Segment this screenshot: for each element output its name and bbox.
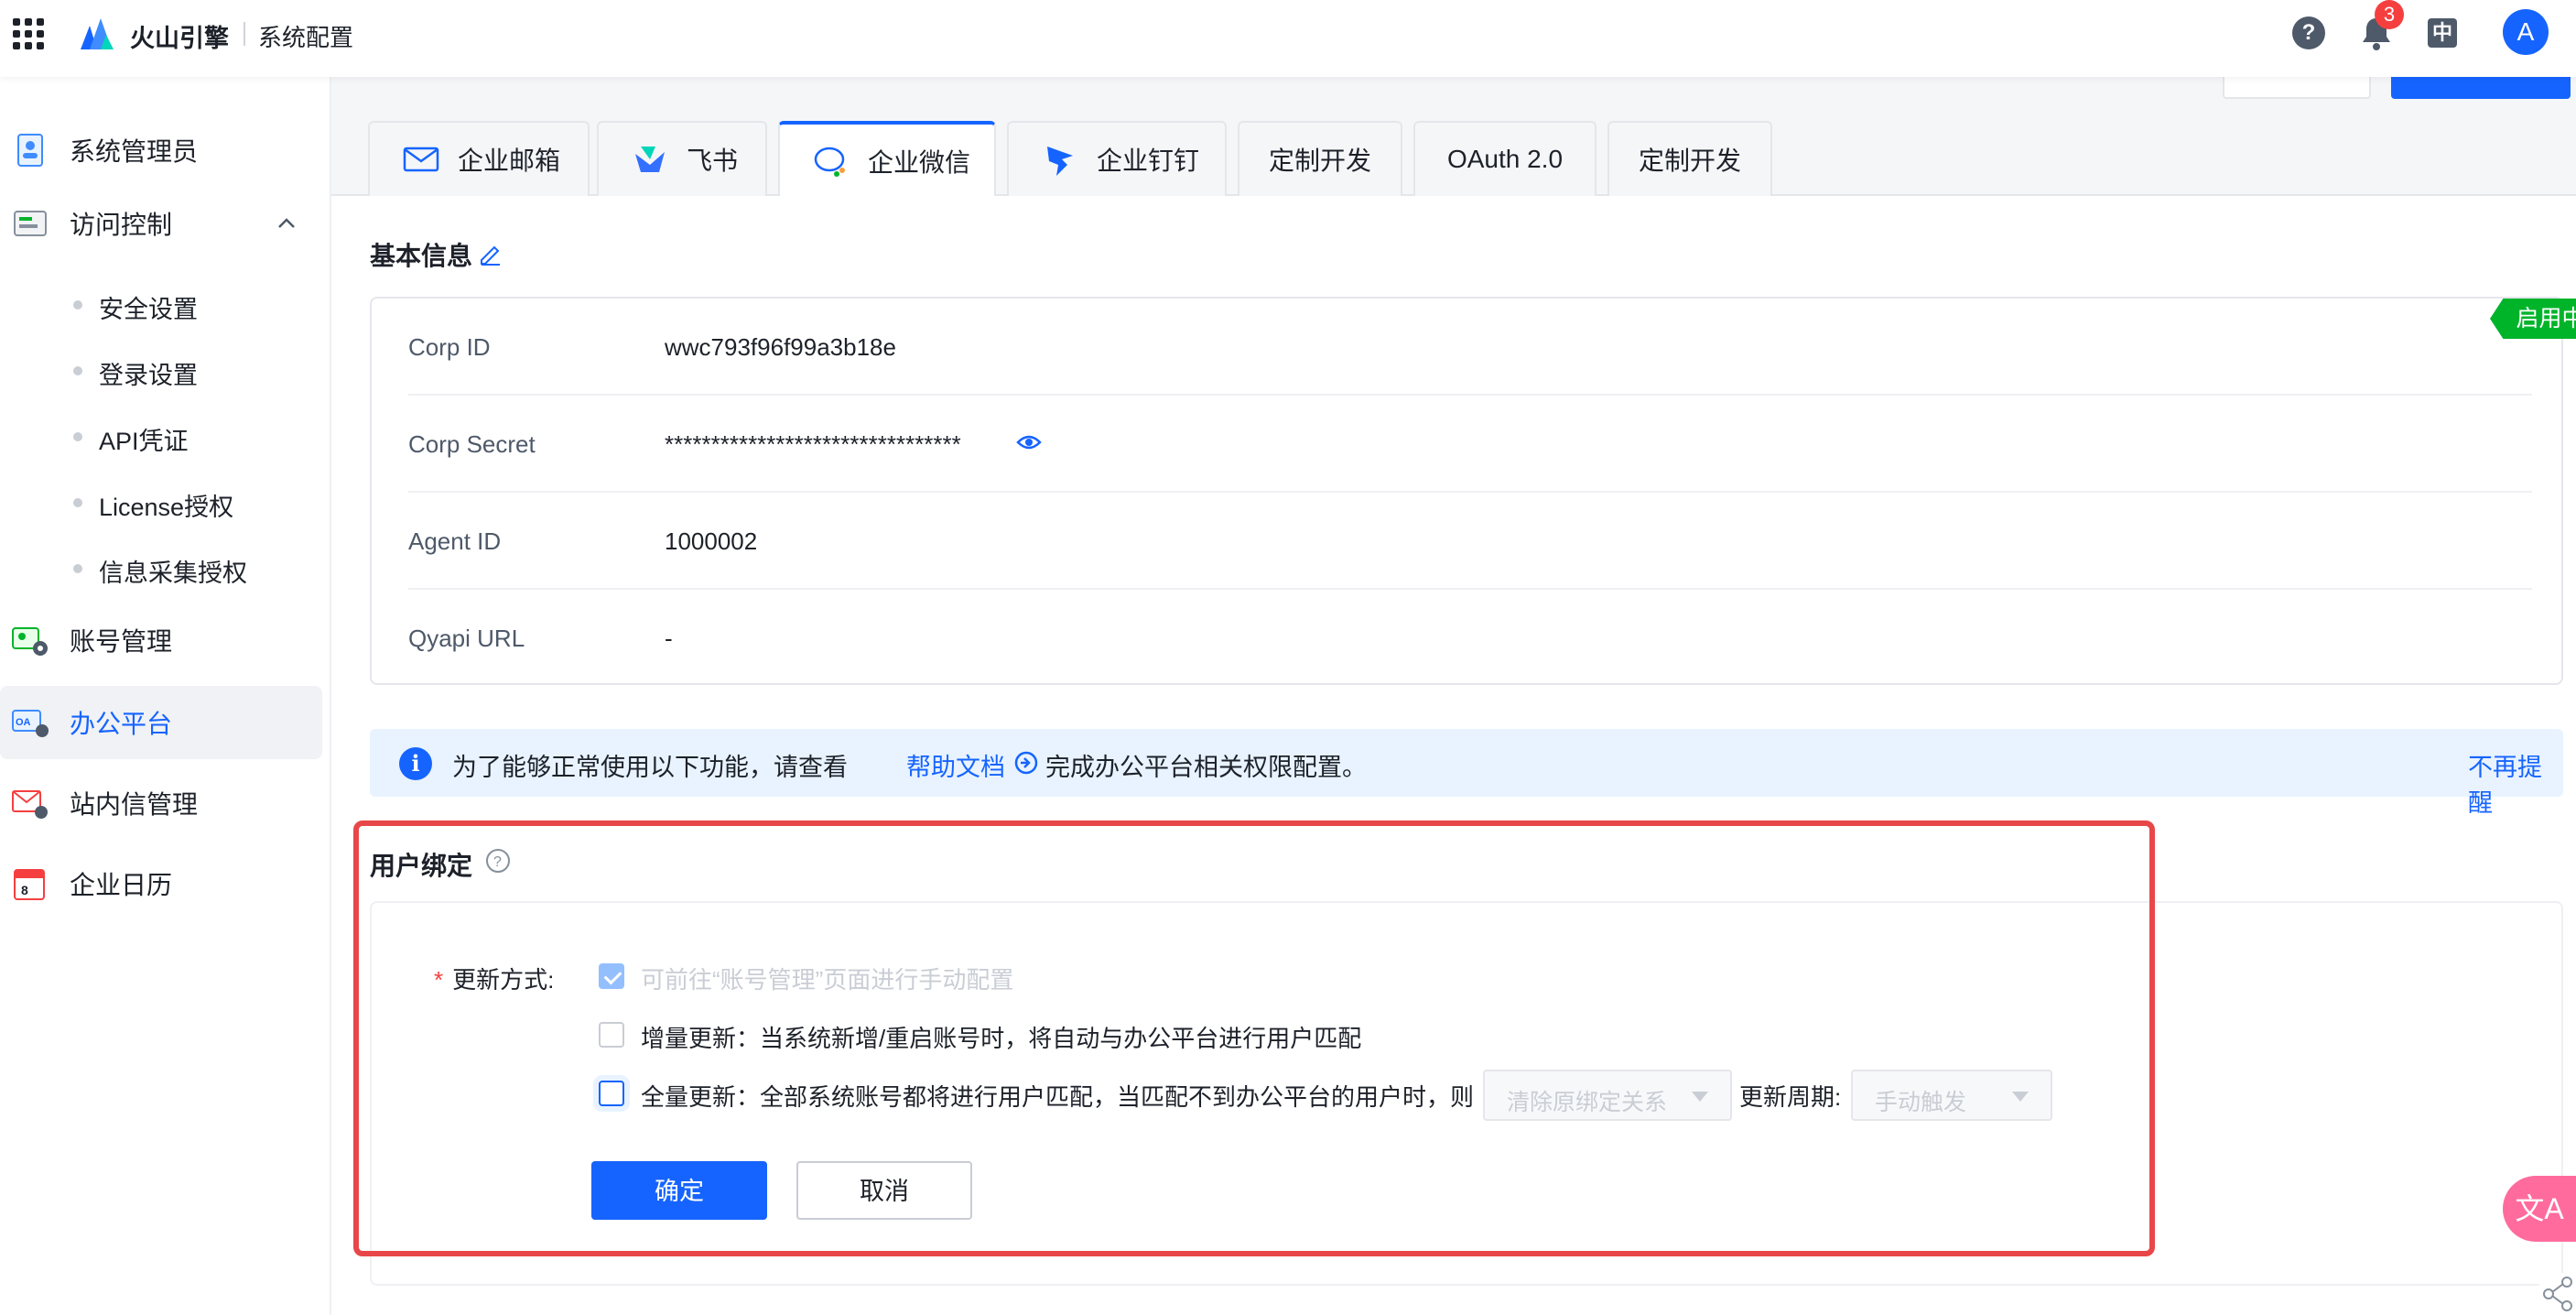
header-divider <box>244 22 245 46</box>
info-key: Agent ID <box>408 527 502 555</box>
sidebar-subitem-license[interactable]: License授权 <box>0 474 322 529</box>
mail-icon <box>403 147 439 172</box>
tab-label: 定制开发 <box>1638 147 1741 175</box>
svg-text:OA: OA <box>16 717 31 728</box>
help-notice: i 为了能够正常使用以下功能，请查看 帮助文档 完成办公平台相关权限配置。 不再… <box>370 729 2563 817</box>
tab-enterprise-mail[interactable]: 企业邮箱 <box>368 121 590 196</box>
sidebar-subitem-info-collection[interactable]: 信息采集授权 <box>0 540 322 595</box>
info-icon: i <box>399 747 432 780</box>
tab-label: 企业微信 <box>868 148 971 177</box>
sidebar-item-label: 企业日历 <box>70 871 173 899</box>
tab-label: 企业邮箱 <box>458 147 561 175</box>
info-row-qyapi-url: Qyapi URL - <box>408 590 2532 687</box>
info-value: - <box>665 625 673 652</box>
translate-button[interactable]: 文A <box>2503 1176 2576 1242</box>
share-icon[interactable] <box>2539 1273 2576 1315</box>
sidebar-subitem-security[interactable]: 安全设置 <box>0 277 322 331</box>
oa-icon: OA <box>12 710 49 737</box>
tab-label: 企业钉钉 <box>1097 147 1200 175</box>
tab-label: OAuth 2.0 <box>1446 145 1564 173</box>
dingtalk-icon <box>1047 147 1073 176</box>
info-value: ******************************** <box>665 430 961 458</box>
info-key: Corp ID <box>408 333 491 361</box>
notice-text-before: 为了能够正常使用以下功能，请查看 <box>452 754 848 781</box>
sidebar-subitem-label: License授权 <box>99 494 234 521</box>
bullet-dot <box>73 432 82 441</box>
sidebar-item-office-platform[interactable]: OA 办公平台 <box>0 686 322 759</box>
help-doc-link[interactable]: 帮助文档 <box>906 747 1005 783</box>
brand-name: 火山引擎 <box>130 25 229 52</box>
platform-tabs: 企业邮箱 飞书 企业微信 企业钉钉 定制开发 OAuth 2.0 定制开发 <box>331 77 2576 198</box>
bullet-dot <box>73 300 82 310</box>
apps-grid-icon[interactable] <box>13 18 44 49</box>
sidebar-subitem-api[interactable]: API凭证 <box>0 408 322 463</box>
info-key: Corp Secret <box>408 430 536 458</box>
notification-badge: 3 <box>2375 0 2404 29</box>
sidebar-item-messages[interactable]: 站内信管理 <box>0 766 322 840</box>
main-content: 企业邮箱 飞书 企业微信 企业钉钉 定制开发 OAuth 2.0 定制开发 基本… <box>331 77 2576 1315</box>
tab-label: 飞书 <box>687 147 739 175</box>
account-gear-icon <box>12 627 48 656</box>
sidebar-item-accounts[interactable]: 账号管理 <box>0 603 322 677</box>
tab-dingtalk[interactable]: 企业钉钉 <box>1007 121 1227 196</box>
sidebar-item-label: 账号管理 <box>70 627 173 656</box>
info-value: wwc793f96f99a3b18e <box>665 333 896 361</box>
sidebar: 系统管理员 访问控制 安全设置 登录设置 API凭证 License授权 信息采… <box>0 77 331 1315</box>
volcengine-logo <box>81 18 114 49</box>
info-row-agent-id: Agent ID 1000002 <box>408 493 2532 590</box>
bullet-dot <box>73 366 82 375</box>
mail-gear-icon <box>12 790 48 819</box>
system-title: 系统配置 <box>258 24 354 51</box>
sidebar-item-label: 办公平台 <box>70 710 173 738</box>
notice-text-after: 完成办公平台相关权限配置。 <box>1045 754 1367 781</box>
tab-label: 定制开发 <box>1268 147 1371 175</box>
eye-icon[interactable] <box>1016 432 1042 452</box>
tab-wecom[interactable]: 企业微信 <box>778 121 996 198</box>
info-value: 1000002 <box>665 527 758 555</box>
header-button-secondary[interactable] <box>2223 77 2371 99</box>
svg-text:8: 8 <box>21 883 28 897</box>
language-switch[interactable]: 中 <box>2428 18 2457 48</box>
help-icon[interactable]: ? <box>2292 16 2325 49</box>
basic-info-card: 启用中 Corp ID wwc793f96f99a3b18e Corp Secr… <box>370 297 2576 687</box>
bullet-dot <box>73 498 82 507</box>
avatar[interactable]: A <box>2503 9 2549 55</box>
wecom-icon <box>814 147 845 177</box>
sidebar-subitem-label: 安全设置 <box>99 296 198 323</box>
dismiss-link[interactable]: 不再提醒 <box>2468 747 2563 819</box>
sidebar-item-admin[interactable]: 系统管理员 <box>0 114 322 187</box>
info-row-corp-id: Corp ID wwc793f96f99a3b18e <box>408 299 2532 396</box>
access-control-icon <box>14 211 47 236</box>
wecom-panel: 基本信息 启用中 Corp ID wwc793f96f99a3b18e Corp… <box>331 196 2576 1315</box>
sidebar-item-calendar[interactable]: 8 企业日历 <box>0 847 322 920</box>
sidebar-subitem-label: 登录设置 <box>99 362 198 389</box>
sidebar-subitem-login[interactable]: 登录设置 <box>0 342 322 397</box>
sidebar-item-label: 系统管理员 <box>70 137 199 166</box>
sidebar-item-label: 访问控制 <box>70 211 173 239</box>
arrow-circle-right-icon[interactable] <box>1014 751 1038 775</box>
header-button-primary[interactable] <box>2391 77 2571 99</box>
top-bar: 火山引擎 系统配置 ? 3 中 A <box>0 0 2576 77</box>
feishu-icon <box>635 147 665 172</box>
tab-custom-dev-2[interactable]: 定制开发 <box>1607 121 1772 196</box>
highlight-box <box>353 821 2155 1256</box>
tab-custom-dev[interactable]: 定制开发 <box>1238 121 1402 196</box>
info-row-corp-secret: Corp Secret ****************************… <box>408 396 2532 493</box>
info-key: Qyapi URL <box>408 625 525 652</box>
tab-oauth[interactable]: OAuth 2.0 <box>1413 121 1596 196</box>
sidebar-subitem-label: 信息采集授权 <box>99 560 247 587</box>
edit-icon[interactable] <box>478 242 502 266</box>
sidebar-subitem-label: API凭证 <box>99 428 189 455</box>
sidebar-item-label: 站内信管理 <box>70 790 199 819</box>
bullet-dot <box>73 564 82 573</box>
calendar-icon: 8 <box>14 869 45 900</box>
admin-user-icon <box>17 134 43 167</box>
chevron-up-icon[interactable] <box>276 213 297 234</box>
sidebar-item-access-control[interactable]: 访问控制 <box>0 187 322 260</box>
basic-info-title: 基本信息 <box>370 242 473 270</box>
tab-feishu[interactable]: 飞书 <box>597 121 767 196</box>
